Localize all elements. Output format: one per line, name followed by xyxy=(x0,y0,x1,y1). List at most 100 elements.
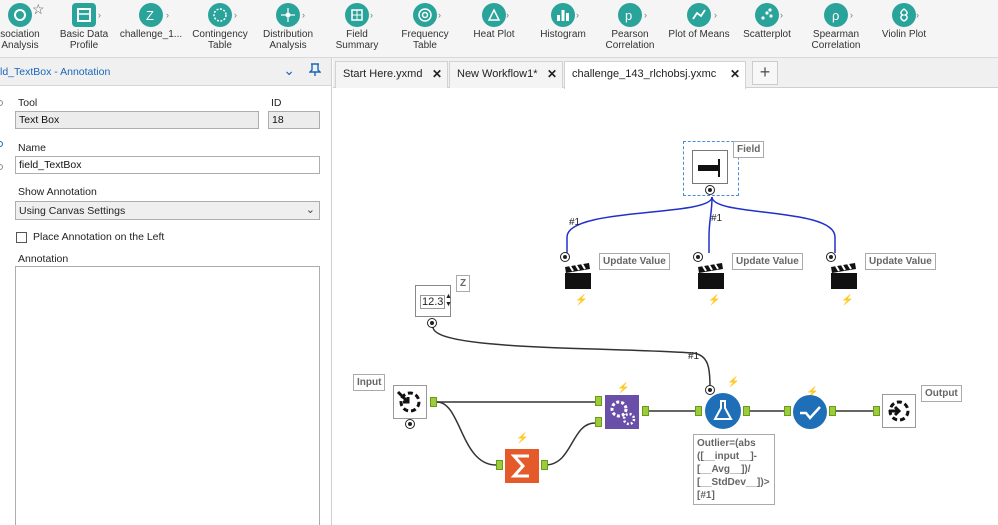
add-tab-button[interactable]: + xyxy=(752,61,778,85)
select-tool[interactable] xyxy=(793,395,827,429)
update-value-tool[interactable] xyxy=(829,261,859,291)
annotation-textarea[interactable] xyxy=(15,266,320,525)
close-icon[interactable]: ✕ xyxy=(730,67,740,81)
close-icon[interactable]: ✕ xyxy=(432,67,442,81)
histogram-icon xyxy=(551,3,575,27)
input-anchor[interactable] xyxy=(873,406,880,416)
tool-frequency-table[interactable]: › Frequency Table xyxy=(396,0,454,58)
show-annotation-label: Show Annotation xyxy=(18,186,97,198)
question-anchor-icon[interactable] xyxy=(706,186,714,194)
pin-icon[interactable] xyxy=(308,63,322,80)
tool-field-summary[interactable]: › Field Summary xyxy=(330,0,384,58)
filter-tool[interactable] xyxy=(705,393,741,429)
lightning-icon: ⚡ xyxy=(708,295,721,306)
name-input[interactable]: field_TextBox xyxy=(15,156,320,174)
lightning-icon: ⚡ xyxy=(727,377,740,388)
tool-distribution-analysis[interactable]: › Distribution Analysis xyxy=(256,0,320,58)
tool-histogram[interactable]: › Histogram xyxy=(534,0,592,58)
numeric-value: 12.3 xyxy=(420,295,446,309)
output-anchor[interactable] xyxy=(430,397,437,407)
tool-plot-of-means[interactable]: › Plot of Means xyxy=(666,0,732,58)
tool-label: Tool xyxy=(18,97,38,109)
text-box-icon xyxy=(692,150,728,184)
tool-basic-data-profile[interactable]: › Basic Data Profile xyxy=(56,0,112,58)
macro-input-icon xyxy=(396,390,421,413)
wire-field-update2 xyxy=(708,196,713,253)
tool-label: Scatterplot xyxy=(743,29,791,40)
annotation-formula: Outlier=(abs ([__input__]- [__Avg__])/ [… xyxy=(693,434,775,505)
tool-label: Distribution Analysis xyxy=(262,29,314,51)
chevron-down-icon[interactable]: ⌄ xyxy=(283,62,295,79)
tool-label: Basic Data Profile xyxy=(59,29,109,51)
chevron-right-icon: › xyxy=(98,10,101,20)
update-value-tool[interactable] xyxy=(563,261,593,291)
question-anchor-icon[interactable] xyxy=(694,253,702,261)
panel-side-tabs xyxy=(0,86,6,525)
output-anchor[interactable] xyxy=(541,460,548,470)
tab-start-here[interactable]: Start Here.yxmd ✕ xyxy=(335,61,448,88)
tool-label: Frequency Table xyxy=(401,29,449,51)
chevron-right-icon: › xyxy=(166,10,169,20)
clapperboard-icon xyxy=(831,263,857,289)
workflow-tabs: Start Here.yxmd ✕ New Workflow1* ✕ chall… xyxy=(333,58,998,89)
tool-violin-plot[interactable]: › Violin Plot xyxy=(876,0,932,58)
place-annotation-left-checkbox[interactable] xyxy=(16,232,27,243)
configuration-panel: ld_TextBox - Annotation ⌄ Tool Text Box … xyxy=(0,58,332,525)
trend-check-icon xyxy=(800,406,821,420)
chevron-right-icon: › xyxy=(916,10,919,20)
tab-new-workflow[interactable]: New Workflow1* ✕ xyxy=(449,61,563,88)
tool-label: Plot of Means xyxy=(668,29,730,40)
question-anchor-icon[interactable] xyxy=(561,253,569,261)
tool-label: Histogram xyxy=(540,29,586,40)
select-value: Using Canvas Settings xyxy=(19,205,126,217)
chevron-right-icon: › xyxy=(370,10,373,20)
update-value-tool[interactable] xyxy=(696,261,726,291)
input-anchor[interactable] xyxy=(784,406,791,416)
output-anchor[interactable] xyxy=(642,406,649,416)
question-anchor-icon[interactable] xyxy=(406,420,414,428)
side-tab-icon[interactable] xyxy=(0,141,3,147)
input-anchor[interactable] xyxy=(695,406,702,416)
input-anchor[interactable] xyxy=(595,417,602,427)
annotation-z: Z xyxy=(456,275,471,292)
side-tab-icon[interactable] xyxy=(0,164,3,170)
connection-label: #1 xyxy=(688,351,700,362)
annotation-output: Output xyxy=(921,385,962,402)
frequency-table-icon xyxy=(413,3,437,27)
formula-tool[interactable] xyxy=(605,395,639,429)
wire-summarize-formula xyxy=(544,422,596,466)
numeric-up-down-tool[interactable]: 12.3 ▲ ▼ xyxy=(415,285,452,317)
chevron-right-icon: › xyxy=(576,10,579,20)
input-anchor[interactable] xyxy=(595,396,602,406)
input-anchor[interactable] xyxy=(496,460,503,470)
output-anchor[interactable] xyxy=(743,406,750,416)
side-tab-icon[interactable] xyxy=(0,100,3,106)
tool-contingency-table[interactable]: › Contingency Table xyxy=(188,0,252,58)
question-anchor-icon[interactable] xyxy=(706,386,714,394)
distribution-analysis-icon xyxy=(276,3,300,27)
tool-pearson-correlation[interactable]: p › Pearson Correlation xyxy=(600,0,660,58)
tool-association-analysis[interactable]: sociation Analysis xyxy=(0,0,48,58)
id-label: ID xyxy=(271,97,282,109)
tool-spearman-correlation[interactable]: ρ › Spearman Correlation xyxy=(806,0,866,58)
tool-heat-plot[interactable]: › Heat Plot xyxy=(466,0,522,58)
clapperboard-icon xyxy=(698,263,724,289)
tool-challenge-macro[interactable]: Z › challenge_1... xyxy=(118,0,184,58)
macro-input-tool[interactable] xyxy=(393,385,427,419)
close-icon[interactable]: ✕ xyxy=(547,67,557,81)
tool-scatterplot[interactable]: › Scatterplot xyxy=(738,0,796,58)
question-anchor-icon[interactable] xyxy=(827,253,835,261)
annotation-field: Field xyxy=(733,141,765,158)
workflow-canvas[interactable]: Field #1 #1 #1 ⚡ Update Value ⚡ Update V… xyxy=(333,89,998,525)
output-anchor[interactable] xyxy=(829,406,836,416)
tab-challenge-workflow[interactable]: challenge_143_rlchobsj.yxmc ✕ xyxy=(564,61,746,89)
chevron-right-icon: › xyxy=(506,10,509,20)
field-summary-icon xyxy=(345,3,369,27)
association-analysis-icon xyxy=(8,3,32,27)
tool-label: Pearson Correlation xyxy=(605,29,655,51)
violin-plot-icon xyxy=(892,3,916,27)
show-annotation-select[interactable]: Using Canvas Settings ⌄ xyxy=(15,201,320,220)
macro-output-tool[interactable] xyxy=(882,394,916,428)
summarize-tool[interactable] xyxy=(505,449,539,483)
question-anchor-icon[interactable] xyxy=(428,319,436,327)
